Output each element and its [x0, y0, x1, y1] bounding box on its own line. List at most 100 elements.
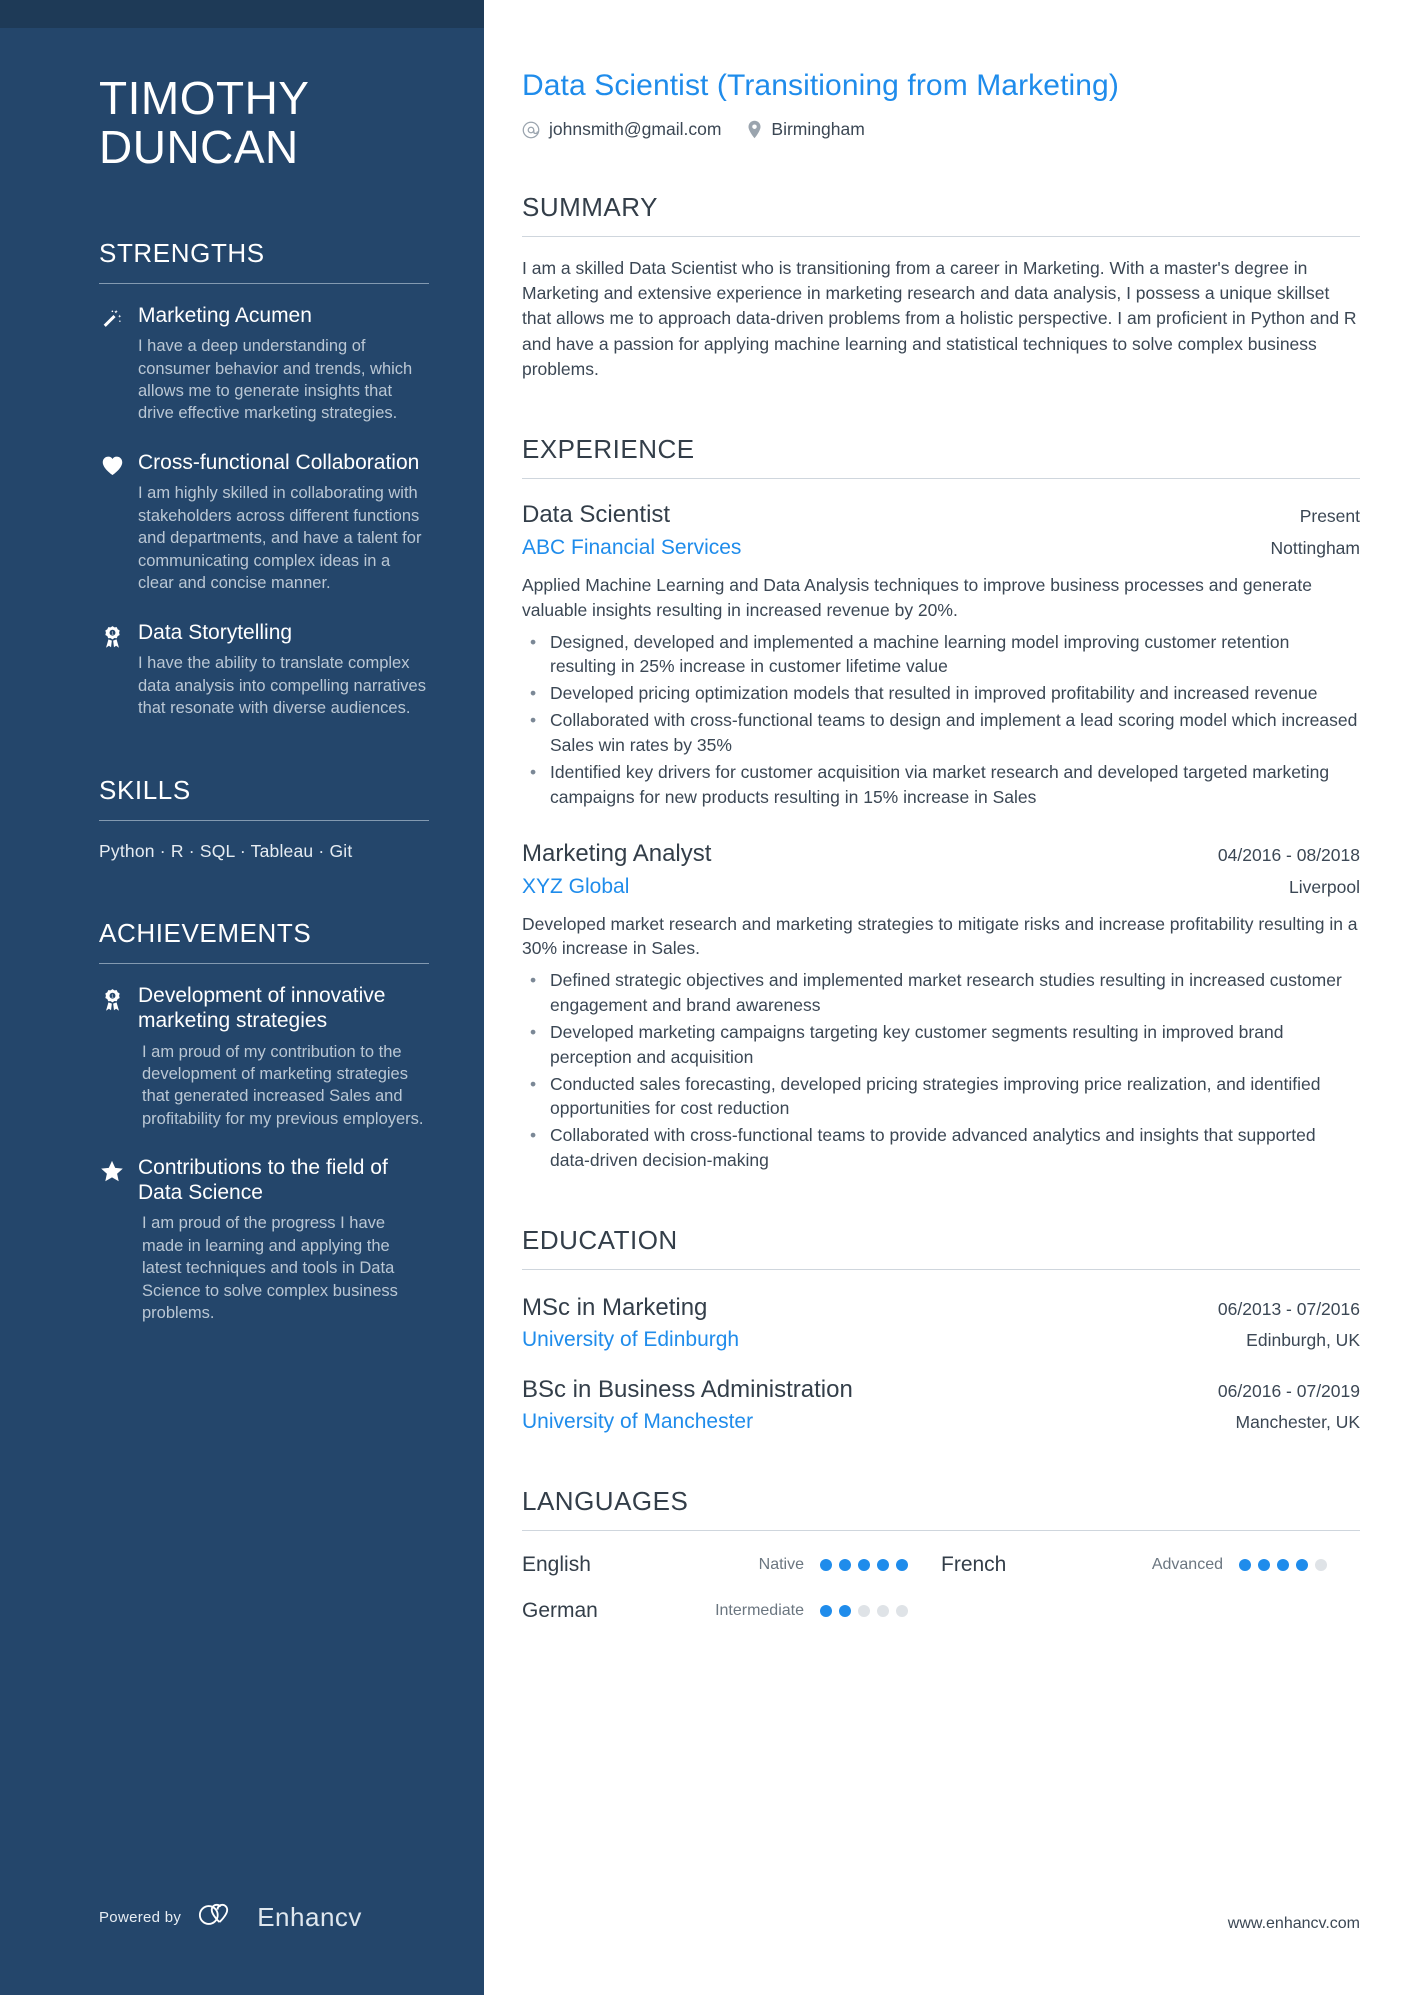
strength-description: I have a deep understanding of consumer …	[138, 337, 413, 423]
rating-dot-empty	[877, 1604, 889, 1617]
language-rating-dots	[1239, 1558, 1327, 1571]
summary-heading: SUMMARY	[522, 192, 658, 222]
main-content: Data Scientist (Transitioning from Marke…	[484, 0, 1410, 1995]
experience-entry: Marketing Analyst 04/2016 - 08/2018 XYZ …	[522, 840, 1360, 1173]
achievements-heading: ACHIEVEMENTS	[99, 918, 312, 949]
education-divider	[522, 1268, 1360, 1270]
achievements-divider	[99, 963, 429, 965]
language-rating-dots	[820, 1604, 908, 1617]
experience-bullet: Developed marketing campaigns targeting …	[522, 1020, 1360, 1070]
strength-title: Data Storytelling	[138, 620, 293, 644]
summary-section: SUMMARY I am a skilled Data Scientist wh…	[522, 192, 1360, 382]
achievements-section: ACHIEVEMENTS 1 Development of innovative…	[99, 918, 429, 1324]
award-ribbon-icon: 1	[99, 984, 125, 1012]
rating-dot-filled	[1258, 1558, 1270, 1571]
experience-bullet: Developed pricing optimization models th…	[522, 681, 1360, 706]
enhancv-logo-icon	[197, 1902, 241, 1933]
languages-grid: English Native French Advanced German Interme…	[522, 1553, 1360, 1623]
name-line-2: DUNCAN	[99, 120, 299, 173]
experience-divider	[522, 477, 1360, 479]
contact-email[interactable]: johnsmith@gmail.com	[522, 119, 721, 140]
language-name: German	[522, 1598, 598, 1622]
summary-text: I am a skilled Data Scientist who is tra…	[522, 258, 1357, 379]
experience-bullet: Identified key drivers for customer acqu…	[522, 760, 1360, 810]
rating-dot-filled	[839, 1604, 851, 1617]
education-degree: BSc in Business Administration	[522, 1375, 853, 1403]
skills-divider	[99, 820, 429, 822]
language-item: English Native	[522, 1553, 941, 1577]
magic-wand-icon	[99, 304, 125, 330]
sidebar-top-strip	[0, 0, 484, 28]
contact-location-value: Birmingham	[771, 119, 865, 139]
experience-company[interactable]: ABC Financial Services	[522, 536, 741, 560]
award-ribbon-icon: 1	[99, 621, 125, 649]
achievement-item: 1 Development of innovative marketing st…	[99, 984, 428, 1130]
experience-bullet: Collaborated with cross-functional teams…	[522, 1123, 1360, 1173]
experience-job-title: Marketing Analyst	[522, 839, 712, 867]
languages-section: LANGUAGES English Native French Advanced Ger…	[522, 1486, 1360, 1623]
rating-dot-filled	[1239, 1558, 1251, 1571]
experience-job-title: Data Scientist	[522, 500, 671, 528]
rating-dot-filled	[1296, 1558, 1308, 1571]
experience-heading: EXPERIENCE	[522, 433, 695, 464]
education-heading: EDUCATION	[522, 1224, 678, 1255]
education-entry: MSc in Marketing 06/2013 - 07/2016 Unive…	[522, 1294, 1360, 1352]
experience-bullets: Defined strategic objectives and impleme…	[522, 968, 1360, 1173]
experience-date: Present	[1299, 505, 1360, 526]
achievement-item: Contributions to the field of Data Scien…	[99, 1156, 428, 1324]
at-sign-icon	[522, 121, 540, 139]
experience-date: 04/2016 - 08/2018	[1217, 844, 1360, 865]
language-item: French Advanced	[941, 1553, 1360, 1577]
education-location: Edinburgh, UK	[1246, 1329, 1360, 1350]
strength-title: Cross-functional Collaboration	[138, 450, 420, 474]
experience-bullets: Designed, developed and implemented a ma…	[522, 630, 1360, 810]
location-pin-icon	[747, 120, 762, 139]
education-degree: MSc in Marketing	[522, 1293, 708, 1321]
rating-dot-filled	[820, 1558, 832, 1571]
heart-icon	[99, 451, 125, 476]
strengths-divider	[99, 282, 429, 284]
language-item: German Intermediate	[522, 1599, 941, 1623]
skills-list: Python · R · SQL · Tableau · Git	[99, 841, 353, 862]
page-headline: Data Scientist (Transitioning from Marke…	[522, 69, 1119, 102]
languages-heading: LANGUAGES	[522, 1485, 689, 1516]
language-level: Native	[758, 1555, 804, 1573]
language-rating-dots	[820, 1558, 908, 1571]
experience-section: EXPERIENCE Data Scientist Present ABC Fi…	[522, 434, 1360, 1173]
contact-email-value: johnsmith@gmail.com	[549, 119, 722, 139]
strength-title: Marketing Acumen	[138, 303, 312, 327]
skills-section: SKILLS Python · R · SQL · Tableau · Git	[99, 775, 429, 862]
summary-divider	[522, 236, 1360, 237]
strength-item: 1 Data Storytelling I have the ability t…	[99, 621, 428, 720]
candidate-name: TIMOTHY DUNCAN	[99, 74, 428, 172]
experience-company[interactable]: XYZ Global	[522, 875, 629, 899]
website-url: www.enhancv.com	[1227, 1915, 1360, 1932]
education-section: EDUCATION MSc in Marketing 06/2013 - 07/…	[522, 1225, 1360, 1434]
education-entry: BSc in Business Administration 06/2016 -…	[522, 1376, 1360, 1434]
experience-bullet: Collaborated with cross-functional teams…	[522, 708, 1360, 758]
powered-by-enhancv: Powered by Enhancv	[99, 1902, 362, 1933]
education-location: Manchester, UK	[1235, 1411, 1361, 1432]
rating-dot-empty	[896, 1604, 908, 1617]
rating-dot-filled	[820, 1604, 832, 1617]
rating-dot-filled	[858, 1558, 870, 1571]
powered-by-label: Powered by	[99, 1909, 182, 1926]
rating-dot-filled	[896, 1558, 908, 1571]
education-institution[interactable]: University of Edinburgh	[522, 1328, 739, 1352]
experience-bullet: Designed, developed and implemented a ma…	[522, 630, 1360, 680]
strength-item: Marketing Acumen I have a deep understan…	[99, 304, 428, 425]
name-line-1: TIMOTHY	[99, 72, 310, 124]
education-institution[interactable]: University of Manchester	[522, 1410, 753, 1434]
experience-description: Applied Machine Learning and Data Analys…	[522, 574, 1312, 620]
rating-dot-empty	[1315, 1558, 1327, 1571]
languages-divider	[522, 1529, 1360, 1531]
star-icon	[99, 1156, 125, 1183]
strength-description: I have the ability to translate complex …	[138, 654, 426, 717]
experience-description: Developed market research and marketing …	[522, 913, 1358, 959]
experience-bullet: Conducted sales forecasting, developed p…	[522, 1072, 1360, 1122]
enhancv-wordmark: Enhancv	[257, 1902, 362, 1932]
rating-dot-filled	[839, 1558, 851, 1571]
sidebar: TIMOTHY DUNCAN STRENGTHS Marketing Acume…	[0, 0, 484, 1995]
resume-page: TIMOTHY DUNCAN STRENGTHS Marketing Acume…	[0, 0, 1410, 1995]
education-date: 06/2013 - 07/2016	[1217, 1298, 1360, 1319]
